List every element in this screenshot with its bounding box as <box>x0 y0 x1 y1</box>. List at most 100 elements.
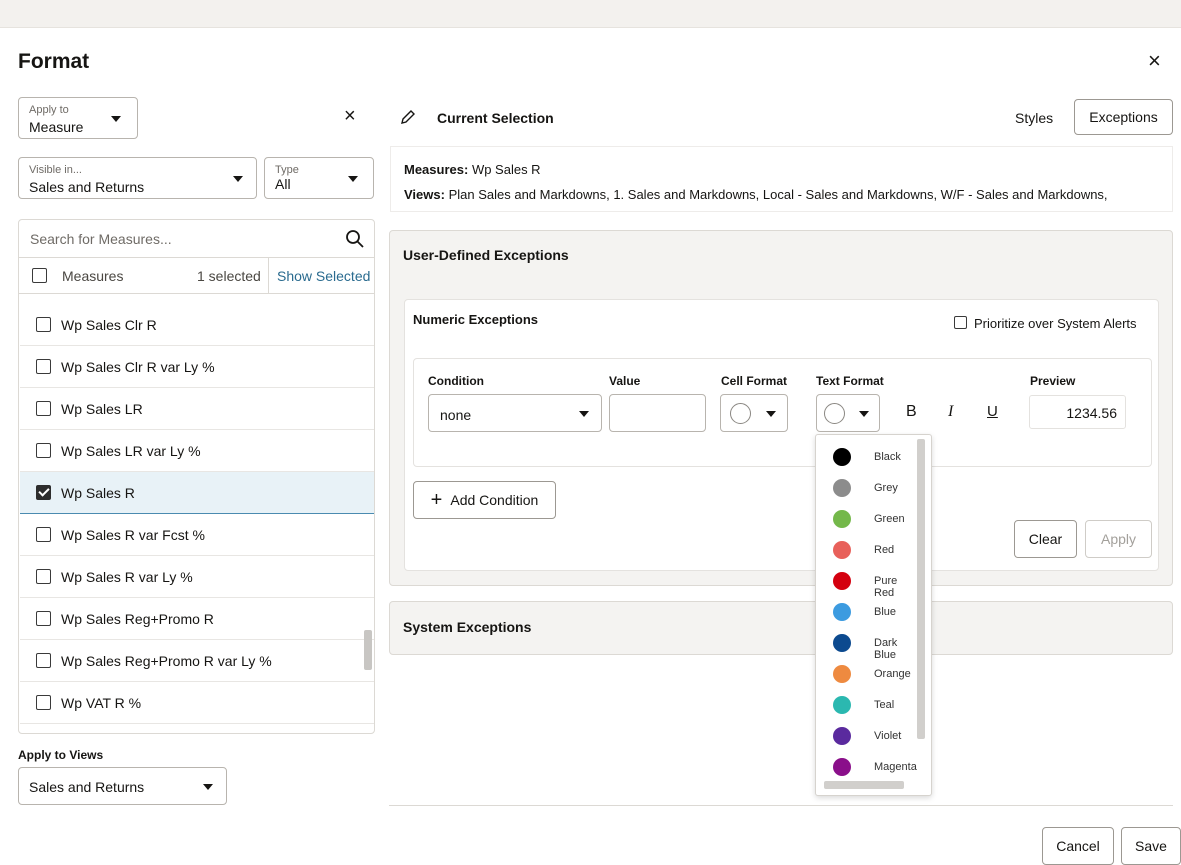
color-option-label: Violet <box>874 730 902 742</box>
chevron-down-icon <box>111 116 121 122</box>
list-item[interactable]: Wp Sales LR var Ly % <box>20 430 374 472</box>
visible-in-value: Sales and Returns <box>29 179 145 195</box>
color-option[interactable]: Green <box>816 509 916 531</box>
select-all-checkbox[interactable] <box>32 268 47 283</box>
visible-in-label: Visible in... <box>29 164 82 176</box>
color-option[interactable]: Blue <box>816 602 916 624</box>
color-option[interactable]: Dark Blue <box>816 633 916 661</box>
system-exceptions-title: System Exceptions <box>403 619 532 635</box>
chevron-down-icon <box>348 176 358 182</box>
underline-button[interactable]: U <box>987 403 998 420</box>
color-option[interactable]: Teal <box>816 695 916 717</box>
measure-label: Wp Sales Reg+Promo R <box>61 611 214 627</box>
measure-checkbox[interactable] <box>36 317 51 332</box>
list-item[interactable]: Wp Sales Clr R <box>20 304 374 346</box>
text-color-swatch-icon <box>824 403 845 424</box>
user-defined-title: User-Defined Exceptions <box>403 247 569 263</box>
list-item[interactable]: Wp Sales LR <box>20 388 374 430</box>
apply-to-dropdown[interactable]: Apply to Measure <box>18 97 138 139</box>
color-option[interactable]: Pure Red <box>816 571 916 599</box>
color-option[interactable]: Black <box>816 447 916 469</box>
list-item[interactable]: Wp VAT R % <box>20 682 374 724</box>
color-option[interactable]: Magenta <box>816 757 917 779</box>
apply-to-views-label: Apply to Views <box>18 748 104 762</box>
list-item[interactable]: Wp Sales R var Fcst % <box>20 514 374 556</box>
measures-value: Wp Sales R <box>471 162 541 177</box>
list-item[interactable]: Wp Sales R <box>20 472 374 514</box>
exceptions-tab[interactable]: Exceptions <box>1074 99 1173 135</box>
measure-checkbox[interactable] <box>36 359 51 374</box>
list-scrollbar[interactable] <box>364 630 372 670</box>
chevron-down-icon <box>859 411 869 417</box>
condition-select[interactable]: none <box>428 394 602 432</box>
clear-button[interactable]: Clear <box>1014 520 1077 558</box>
menu-vertical-scrollbar[interactable] <box>917 439 925 739</box>
value-input[interactable] <box>609 394 706 432</box>
apply-button[interactable]: Apply <box>1085 520 1152 558</box>
color-swatch-icon <box>833 727 851 745</box>
measure-checkbox[interactable] <box>36 611 51 626</box>
color-swatch-icon <box>833 665 851 683</box>
measure-checkbox[interactable] <box>36 527 51 542</box>
clear-apply-to-icon[interactable]: × <box>344 106 356 126</box>
apply-to-views-dropdown[interactable]: Sales and Returns <box>18 767 227 805</box>
pencil-icon <box>401 110 415 124</box>
color-swatch-icon <box>833 541 851 559</box>
color-swatch-icon <box>833 758 851 776</box>
type-value: All <box>275 176 291 192</box>
color-option[interactable]: Orange <box>816 664 916 686</box>
save-button[interactable]: Save <box>1121 827 1181 865</box>
visible-in-dropdown[interactable]: Visible in... Sales and Returns <box>18 157 257 199</box>
show-selected-link[interactable]: Show Selected <box>277 268 370 284</box>
cell-format-picker[interactable] <box>720 394 788 432</box>
measure-checkbox[interactable] <box>36 569 51 584</box>
type-dropdown[interactable]: Type All <box>264 157 374 199</box>
summary-views-line: Views: Plan Sales and Markdowns, 1. Sale… <box>404 187 1108 202</box>
list-item[interactable]: Wp Sales Reg+Promo R var Ly % <box>20 640 374 682</box>
chevron-down-icon <box>203 784 213 790</box>
condition-header: Condition <box>428 374 484 388</box>
measure-checkbox[interactable] <box>36 653 51 668</box>
views-key: Views: <box>404 187 445 202</box>
text-color-menu: Black Grey Green Red Pure Red Blue Dark Blue Or… <box>815 434 932 796</box>
menu-horizontal-scrollbar[interactable] <box>824 781 904 789</box>
divider <box>268 258 269 294</box>
prioritize-label: Prioritize over System Alerts <box>974 316 1137 331</box>
add-condition-button[interactable]: + Add Condition <box>413 481 556 519</box>
list-item[interactable]: Wp Sales Clr R var Ly % <box>20 346 374 388</box>
color-option[interactable]: Violet <box>816 726 916 748</box>
measure-label: Wp VAT R % <box>61 695 142 711</box>
bold-button[interactable]: B <box>906 403 917 421</box>
cell-format-header: Cell Format <box>721 374 788 388</box>
text-format-picker[interactable] <box>816 394 880 432</box>
measure-label: Wp Sales R var Ly % <box>61 569 193 585</box>
list-item[interactable]: Wp Sales R var Ly % <box>20 556 374 598</box>
styles-tab[interactable]: Styles <box>1015 110 1053 126</box>
color-option-label: Grey <box>874 482 898 494</box>
system-exceptions-panel[interactable]: System Exceptions <box>389 601 1173 655</box>
chevron-down-icon <box>233 176 243 182</box>
cancel-button[interactable]: Cancel <box>1042 827 1114 865</box>
numeric-exceptions-card: Numeric Exceptions Prioritize over Syste… <box>404 299 1159 571</box>
search-bar[interactable]: Search for Measures... <box>19 220 374 258</box>
measure-checkbox[interactable] <box>36 443 51 458</box>
measure-checkbox[interactable] <box>36 401 51 416</box>
measures-key: Measures: <box>404 162 469 177</box>
measure-checkbox[interactable] <box>36 695 51 710</box>
measure-checkbox[interactable] <box>36 485 51 500</box>
views-value: Plan Sales and Markdowns, 1. Sales and M… <box>448 187 1108 202</box>
color-option[interactable]: Grey <box>816 478 916 500</box>
close-dialog-icon[interactable]: × <box>1148 50 1161 72</box>
measure-label: Wp Sales R <box>61 485 135 501</box>
color-option-label: Magenta <box>874 761 917 773</box>
italic-button[interactable]: I <box>948 403 953 421</box>
prioritize-checkbox[interactable] <box>954 316 967 329</box>
list-item[interactable]: Wp Sales Reg+Promo R <box>20 598 374 640</box>
color-swatch-icon <box>833 634 851 652</box>
measures-header: Measures 1 selected Show Selected <box>19 258 374 294</box>
color-option[interactable]: Red <box>816 540 916 562</box>
search-icon[interactable] <box>345 229 365 249</box>
color-option-label: Teal <box>874 699 895 711</box>
search-input[interactable]: Search for Measures... <box>30 231 172 247</box>
summary-measures-line: Measures: Wp Sales R <box>404 162 541 177</box>
